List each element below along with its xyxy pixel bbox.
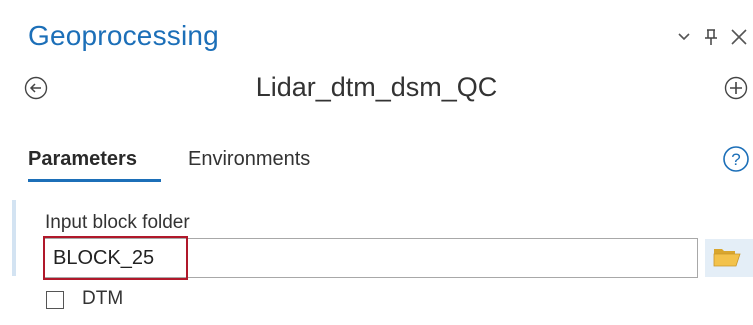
dtm-checkbox-label[interactable]: DTM xyxy=(82,288,123,310)
close-icon[interactable] xyxy=(730,28,748,46)
browse-folder-button[interactable] xyxy=(705,239,753,277)
chevron-down-icon[interactable] xyxy=(675,28,693,46)
add-circle-icon[interactable] xyxy=(724,76,748,100)
tab-environments[interactable]: Environments xyxy=(188,148,310,171)
help-icon[interactable]: ? xyxy=(722,145,750,173)
pane-title: Geoprocessing xyxy=(28,20,219,51)
tool-name: Lidar_dtm_dsm_QC xyxy=(255,72,498,102)
tab-parameters[interactable]: Parameters xyxy=(28,148,137,171)
pin-icon[interactable] xyxy=(702,28,720,46)
svg-text:?: ? xyxy=(731,150,740,169)
folder-icon xyxy=(713,245,741,272)
value-highlight-annotation xyxy=(43,236,188,280)
dtm-checkbox[interactable] xyxy=(46,291,64,309)
parameter-row-indicator xyxy=(12,200,16,276)
input-block-folder-label: Input block folder xyxy=(45,212,190,233)
active-tab-indicator xyxy=(28,179,161,182)
geoprocessing-pane: Geoprocessing Lidar_dtm_dsm_QC Parameter… xyxy=(0,0,753,325)
